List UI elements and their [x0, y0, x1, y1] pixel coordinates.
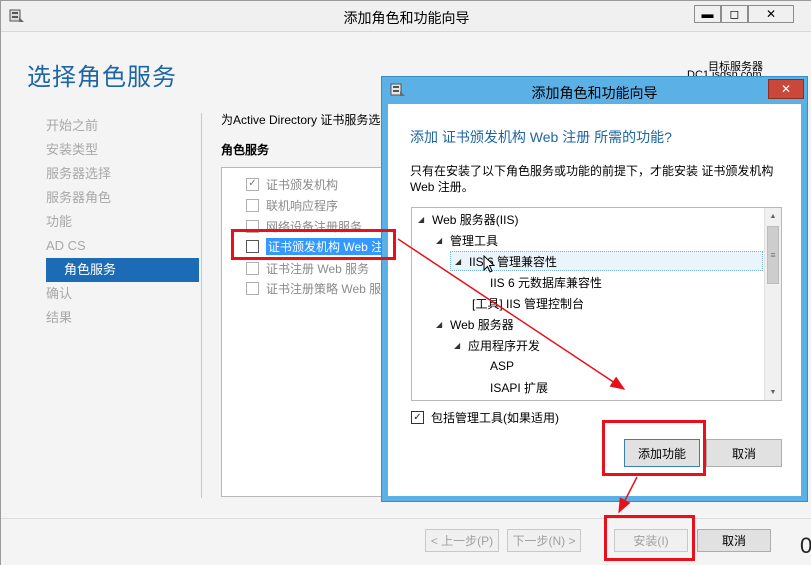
expand-triangle-icon[interactable]: ◢	[418, 215, 432, 224]
role-services-list[interactable]: ✓ 证书颁发机构 联机响应程序 网络设备注册服务 证书颁发机构 Web 注 证书…	[221, 167, 391, 497]
tree-item-label: ISAPI 扩展	[490, 380, 549, 395]
role-label-ca: 证书颁发机构	[266, 177, 339, 192]
scrollbar-thumb[interactable]: ≡	[767, 226, 779, 284]
tree-item-label: IIS 6 管理兼容性	[469, 254, 558, 269]
dialog-cancel-button[interactable]: 取消	[706, 439, 782, 467]
main-window-title: 添加角色和功能向导	[343, 10, 470, 26]
install-button[interactable]: 安装(I)	[614, 529, 688, 552]
role-row-cert-enrollment-policy[interactable]: 证书注册策略 Web 服	[246, 278, 381, 298]
nav-item-before-you-begin[interactable]: 开始之前	[46, 114, 201, 138]
tree-scrollbar[interactable]: ▲ ≡ ▼	[764, 208, 781, 400]
role-checkbox-cert-enrollment-web[interactable]	[246, 261, 259, 275]
dialog-title-bar[interactable]: 添加角色和功能向导 ✕	[382, 77, 807, 104]
cancel-button[interactable]: 取消	[697, 529, 771, 552]
previous-button[interactable]: < 上一步(P)	[425, 529, 499, 552]
role-checkbox-ndes[interactable]	[246, 219, 259, 233]
tree-item-label: Web 服务器	[450, 317, 514, 332]
include-tools-checkbox[interactable]: ✓	[411, 411, 424, 424]
tree-item-highlighted[interactable]: ◢ IIS 6 管理兼容性	[450, 251, 763, 271]
nav-item-server-roles[interactable]: 服务器角色	[46, 186, 201, 210]
scroll-down-arrow-icon[interactable]: ▼	[765, 384, 781, 400]
main-title-bar[interactable]: 添加角色和功能向导 ▬ ◻ ✕	[1, 1, 811, 32]
tree-item[interactable]: ◢ Web 服务器	[436, 314, 514, 334]
next-button[interactable]: 下一步(N) >	[507, 529, 581, 552]
page-title: 选择角色服务	[27, 64, 177, 91]
dialog-description: 只有在安装了以下角色服务或功能的前提下，才能安装 证书颁发机构 Web 注册。	[410, 164, 774, 194]
role-row-online-responder[interactable]: 联机响应程序	[246, 195, 338, 215]
role-label-cert-enrollment-web: 证书注册 Web 服务	[266, 261, 370, 276]
roles-heading: 角色服务	[221, 143, 270, 157]
role-checkbox-online-responder[interactable]	[246, 198, 259, 212]
role-label-ca-web-enrollment: 证书颁发机构 Web 注	[266, 237, 386, 255]
add-features-dialog: 添加角色和功能向导 ✕ 添加 证书颁发机构 Web 注册 所需的功能? 只有在安…	[381, 76, 808, 502]
role-row-ca-web-enrollment[interactable]: 证书颁发机构 Web 注	[246, 236, 386, 256]
dialog-close-button[interactable]: ✕	[768, 79, 804, 99]
wizard-nav: 开始之前 安装类型 服务器选择 服务器角色 功能 AD CS 角色服务 确认 结…	[46, 114, 201, 330]
dialog-title: 添加角色和功能向导	[531, 85, 658, 101]
role-checkbox-ca[interactable]: ✓	[246, 177, 259, 191]
role-label-ndes: 网络设备注册服务	[266, 219, 363, 234]
minimize-button[interactable]: ▬	[694, 5, 721, 23]
role-label-online-responder: 联机响应程序	[266, 198, 339, 213]
expand-triangle-icon[interactable]: ◢	[436, 236, 450, 245]
nav-item-results[interactable]: 结果	[46, 306, 201, 330]
tree-item[interactable]: ◢ 管理工具	[436, 230, 498, 250]
content-description: 为Active Directory 证书服务选	[221, 113, 381, 127]
role-label-cert-enrollment-policy: 证书注册策略 Web 服	[266, 281, 382, 296]
tree-item-label: 管理工具	[450, 233, 499, 248]
role-row-cert-enrollment-web[interactable]: 证书注册 Web 服务	[246, 258, 369, 278]
nav-item-confirmation[interactable]: 确认	[46, 282, 201, 306]
nav-divider	[201, 113, 202, 498]
tree-item[interactable]: ◢ 应用程序开发	[454, 335, 540, 355]
edge-text: 0	[800, 533, 811, 558]
add-features-button[interactable]: 添加功能	[624, 439, 700, 467]
include-tools-label: 包括管理工具(如果适用)	[431, 411, 559, 425]
tree-item-label: 应用程序开发	[468, 338, 541, 353]
dialog-body: 添加 证书颁发机构 Web 注册 所需的功能? 只有在安装了以下角色服务或功能的…	[388, 104, 801, 496]
tree-item-label: IIS 6 元数据库兼容性	[490, 275, 603, 290]
role-checkbox-cert-enrollment-policy[interactable]	[246, 281, 259, 295]
role-checkbox-ca-web-enrollment[interactable]	[246, 239, 259, 253]
role-row-ca[interactable]: ✓ 证书颁发机构	[246, 174, 338, 194]
tree-item[interactable]: IIS 6 元数据库兼容性	[490, 272, 602, 292]
tree-item-label: ASP	[490, 359, 515, 373]
tree-item[interactable]: ISAPI 扩展	[490, 377, 548, 397]
maximize-button[interactable]: ◻	[721, 5, 748, 23]
nav-item-installation-type[interactable]: 安装类型	[46, 138, 201, 162]
nav-item-role-services[interactable]: 角色服务	[46, 258, 199, 282]
nav-item-features[interactable]: 功能	[46, 210, 201, 234]
screen: 添加角色和功能向导 ▬ ◻ ✕ 选择角色服务 目标服务器 DC1.jsdsn.c…	[0, 0, 811, 565]
tree-item[interactable]: [工具] IIS 管理控制台	[472, 293, 584, 313]
expand-triangle-icon[interactable]: ◢	[436, 320, 450, 329]
scroll-up-arrow-icon[interactable]: ▲	[765, 208, 781, 224]
close-button[interactable]: ✕	[748, 5, 794, 23]
expand-triangle-icon[interactable]: ◢	[455, 257, 469, 266]
footer-divider	[1, 518, 811, 519]
required-features-tree[interactable]: ◢ Web 服务器(IIS) ◢ 管理工具 ◢ IIS 6 管理兼容性 IIS …	[411, 207, 782, 401]
tree-item-label: [工具] IIS 管理控制台	[472, 296, 585, 311]
role-row-ndes[interactable]: 网络设备注册服务	[246, 216, 362, 236]
tree-item-label: Web 服务器(IIS)	[432, 212, 519, 227]
expand-triangle-icon[interactable]: ◢	[454, 341, 468, 350]
tree-item[interactable]: ASP	[490, 356, 514, 376]
include-tools-option[interactable]: ✓ 包括管理工具(如果适用)	[411, 409, 559, 426]
nav-item-ad-cs[interactable]: AD CS	[46, 234, 201, 258]
nav-item-server-selection[interactable]: 服务器选择	[46, 162, 201, 186]
tree-item[interactable]: ◢ Web 服务器(IIS)	[418, 209, 518, 229]
dialog-heading: 添加 证书颁发机构 Web 注册 所需的功能?	[410, 129, 672, 145]
